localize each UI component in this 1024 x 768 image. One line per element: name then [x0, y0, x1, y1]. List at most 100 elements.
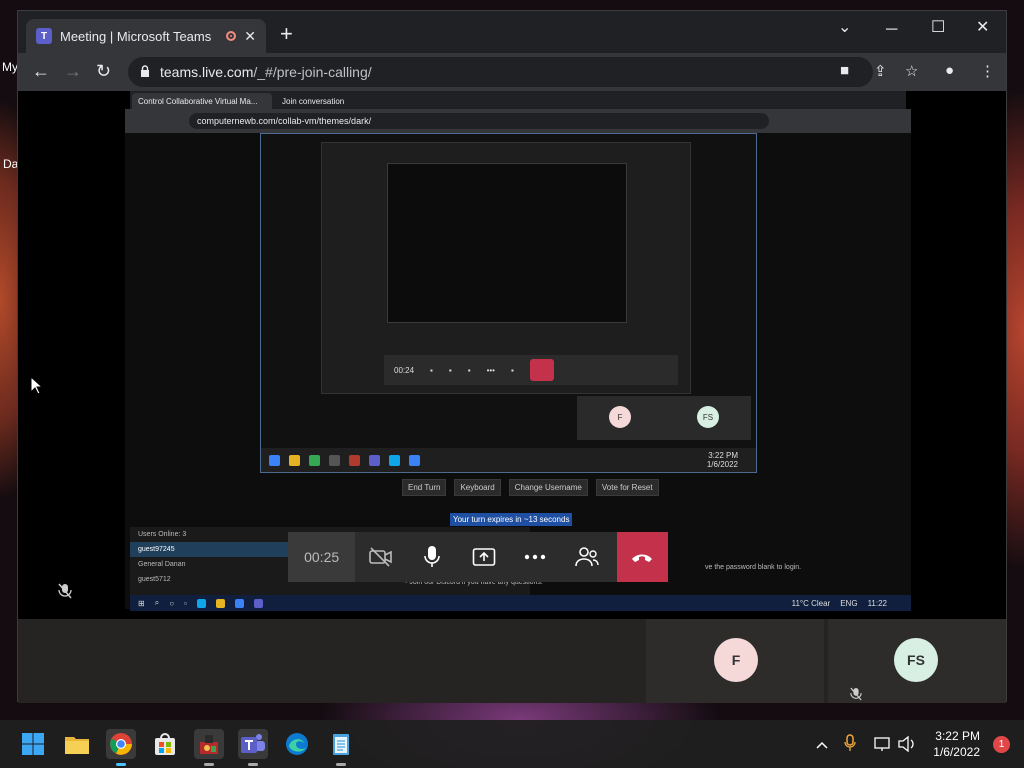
- chrome-button[interactable]: [106, 729, 136, 759]
- tab-search-icon[interactable]: ⌄: [838, 17, 851, 37]
- minimize-button[interactable]: ─: [886, 21, 897, 39]
- shared-address-bar: computernewb.com/collab-vm/themes/dark/: [189, 113, 769, 129]
- camera-icon[interactable]: ■: [840, 62, 849, 79]
- shared-toolbar: computernewb.com/collab-vm/themes/dark/: [125, 109, 911, 133]
- nested-timer: 00:24: [394, 365, 415, 375]
- teams-icon: [253, 598, 263, 608]
- windows-icon: ⊞: [138, 598, 145, 608]
- mic-icon: [424, 546, 441, 567]
- back-button[interactable]: ←: [32, 61, 50, 82]
- chat-text: ve the password blank to login.: [705, 564, 802, 571]
- notepad-button[interactable]: [326, 729, 356, 759]
- vm-weather: 11°C Clear: [791, 598, 831, 608]
- muted-mic-indicator: [58, 583, 72, 604]
- participant-tile[interactable]: F: [646, 619, 824, 703]
- nested-screen: [387, 163, 627, 323]
- shared-tab: Control Collaborative Virtual Ma...: [132, 93, 272, 109]
- participant-avatar: FS: [894, 638, 938, 682]
- store-icon: [155, 733, 175, 755]
- shared-url: computernewb.com/collab-vm/themes/dark/: [197, 116, 372, 126]
- shared-tab-title: Control Collaborative Virtual Ma...: [138, 96, 258, 106]
- mic-off-icon: [850, 687, 862, 701]
- nested-gallery: F FS: [577, 396, 751, 440]
- share-screen-button[interactable]: [458, 532, 509, 582]
- reload-button[interactable]: ↻: [96, 61, 111, 82]
- vm-screen: 00:24 ▪ ▪ ▪ ••• ▪ F FS 3:22 PM 1/6/2022: [260, 133, 757, 473]
- forward-button[interactable]: →: [64, 61, 82, 82]
- start-button[interactable]: [18, 729, 48, 759]
- people-icon: ▪: [510, 365, 514, 375]
- maximize-button[interactable]: ☐: [931, 17, 945, 37]
- notification-badge[interactable]: 1: [993, 736, 1010, 753]
- running-indicator: [248, 763, 258, 766]
- mic-icon: ▪: [448, 365, 452, 375]
- chrome-icon: [110, 733, 132, 755]
- windows-icon: [22, 733, 44, 755]
- nested-avatar: F: [609, 406, 631, 428]
- active-indicator: [116, 763, 126, 766]
- camera-toggle-button[interactable]: [355, 532, 406, 582]
- browser-tab[interactable]: T Meeting | Microsoft Teams ✕: [26, 19, 266, 53]
- url-path: /_#/pre-join-calling/: [253, 64, 372, 80]
- close-tab-icon[interactable]: ✕: [244, 28, 256, 45]
- participants-button[interactable]: [561, 532, 612, 582]
- share-icon[interactable]: ⇪: [874, 62, 887, 80]
- running-indicator: [336, 763, 346, 766]
- app-button[interactable]: [194, 729, 224, 759]
- mic-in-use-button[interactable]: [844, 734, 856, 755]
- tab-strip: T Meeting | Microsoft Teams ✕ + ⌄ ─ ☐ ✕: [18, 11, 1006, 53]
- more-icon: •••: [486, 365, 495, 375]
- vm-action-buttons: End Turn Keyboard Change Username Vote f…: [402, 479, 659, 496]
- participant-gallery: F FS: [18, 619, 1006, 703]
- teams-icon: T: [36, 28, 52, 44]
- teams-icon: [369, 454, 380, 466]
- meeting-controls: 00:25: [288, 532, 668, 582]
- vm-language: ENG: [840, 598, 858, 608]
- search-icon: ⌕: [154, 598, 160, 607]
- vm-taskbar: ⊞ ⌕ ○ ▫ 11°C Clear ENG 11:22: [130, 595, 911, 611]
- folder-icon: [215, 598, 225, 608]
- store-button[interactable]: [150, 729, 180, 759]
- taskbar-time: 3:22 PM: [935, 729, 980, 743]
- more-actions-button[interactable]: [510, 532, 561, 582]
- windows-icon: [269, 454, 280, 466]
- teams-button[interactable]: [238, 729, 268, 759]
- cursor-icon: [30, 375, 44, 400]
- show-hidden-icons-button[interactable]: [816, 736, 828, 752]
- profile-icon[interactable]: ●: [945, 62, 954, 79]
- address-bar[interactable]: teams.live.com/_#/pre-join-calling/: [128, 57, 873, 87]
- notepad-icon: [333, 734, 349, 755]
- taskview-icon: ▫: [184, 598, 187, 608]
- folder-icon: [65, 737, 89, 754]
- folder-icon: [289, 454, 300, 466]
- teams-icon: [241, 734, 265, 753]
- new-tab-button[interactable]: +: [280, 23, 293, 45]
- clock-button[interactable]: 3:22 PM 1/6/2022: [933, 728, 980, 760]
- chevron-up-icon: [816, 741, 828, 749]
- network-icon: [874, 737, 890, 751]
- camera-off-icon: ▪: [430, 365, 433, 375]
- chrome-icon: [309, 454, 320, 466]
- file-explorer-button[interactable]: [62, 729, 92, 759]
- taskbar-date: 1/6/2022: [933, 745, 980, 759]
- volume-button[interactable]: [898, 735, 916, 755]
- mic-icon: [844, 734, 856, 751]
- chat-line: ve the password blank to login.: [705, 564, 801, 571]
- leave-call-button[interactable]: [616, 532, 668, 582]
- participant-avatar: F: [714, 638, 758, 682]
- menu-icon[interactable]: ⋮: [980, 62, 995, 80]
- url-host: teams.live.com: [160, 64, 254, 80]
- participant-tile[interactable]: FS: [828, 619, 1006, 703]
- app-icon: [200, 735, 218, 754]
- desktop-icon-label: My: [2, 60, 18, 74]
- nested-taskbar: 3:22 PM 1/6/2022: [261, 448, 756, 472]
- bookmark-star-icon[interactable]: ☆: [905, 62, 918, 80]
- notepad-icon: [409, 454, 420, 466]
- store-icon: [329, 454, 340, 466]
- edge-button[interactable]: [282, 729, 312, 759]
- turn-timer: Your turn expires in ~13 seconds: [450, 513, 573, 526]
- close-window-button[interactable]: ✕: [976, 17, 989, 37]
- muted-mic-indicator: [850, 687, 862, 706]
- mic-toggle-button[interactable]: [407, 532, 458, 582]
- network-button[interactable]: [874, 736, 892, 755]
